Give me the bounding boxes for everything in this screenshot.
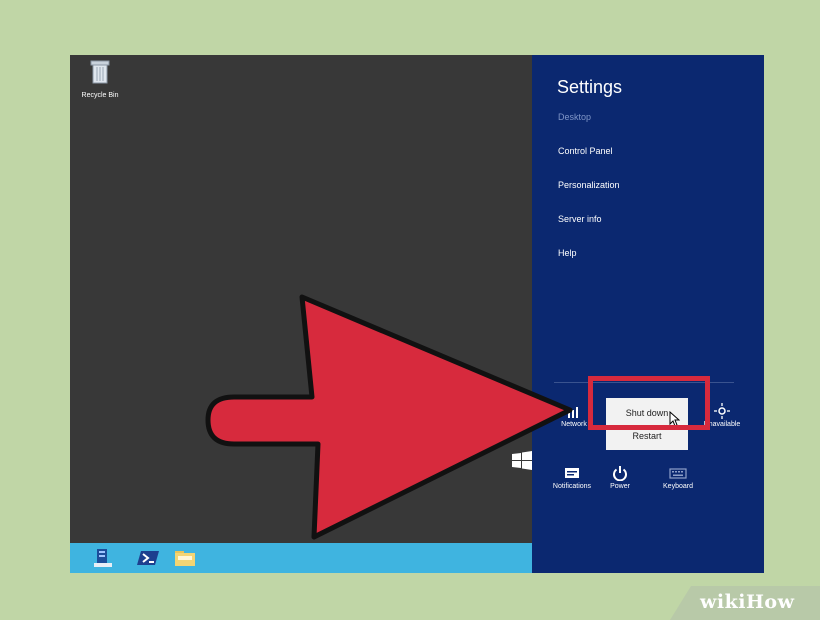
- power-menu: Shut down Restart: [606, 398, 688, 450]
- network-button[interactable]: Network: [544, 403, 604, 428]
- restart-option[interactable]: Restart: [610, 425, 684, 447]
- brightness-button[interactable]: Unavailable: [692, 403, 752, 428]
- watermark: wikiHow: [670, 586, 820, 620]
- network-icon: [568, 407, 578, 418]
- watermark-text: wikiHow: [700, 591, 795, 613]
- power-label: Power: [610, 483, 630, 490]
- keyboard-label: Keyboard: [663, 483, 693, 490]
- settings-item-desktop[interactable]: Desktop: [558, 112, 591, 122]
- powershell-icon[interactable]: [136, 547, 162, 569]
- taskbar: [70, 543, 532, 573]
- keyboard-icon: [669, 468, 687, 479]
- unavailable-label: Unavailable: [703, 421, 741, 428]
- brightness-icon: [714, 403, 730, 419]
- recycle-bin-icon: [90, 60, 110, 84]
- network-label: Network: [561, 421, 587, 428]
- settings-item-server-info[interactable]: Server info: [558, 214, 602, 224]
- settings-divider: [554, 382, 734, 383]
- recycle-bin-label: Recycle Bin: [81, 92, 119, 99]
- desktop: Recycle Bin: [70, 55, 532, 573]
- recycle-bin[interactable]: Recycle Bin: [78, 59, 122, 99]
- screenshot: Recycle Bin Settings Desktop Control Pan…: [70, 55, 764, 573]
- settings-item-help[interactable]: Help: [558, 248, 577, 258]
- settings-title: Settings: [557, 77, 623, 97]
- settings-charm-panel: Settings Desktop Control Panel Personali…: [532, 55, 764, 573]
- server-manager-icon[interactable]: [90, 547, 116, 569]
- keyboard-button[interactable]: Keyboard: [648, 465, 708, 490]
- file-explorer-icon[interactable]: [172, 547, 198, 569]
- settings-item-personalization[interactable]: Personalization: [558, 180, 620, 190]
- power-icon: [613, 466, 627, 482]
- power-button[interactable]: Power: [590, 465, 650, 490]
- windows-logo-icon: [512, 451, 532, 470]
- settings-item-control-panel[interactable]: Control Panel: [558, 146, 613, 156]
- notifications-icon: [565, 468, 579, 478]
